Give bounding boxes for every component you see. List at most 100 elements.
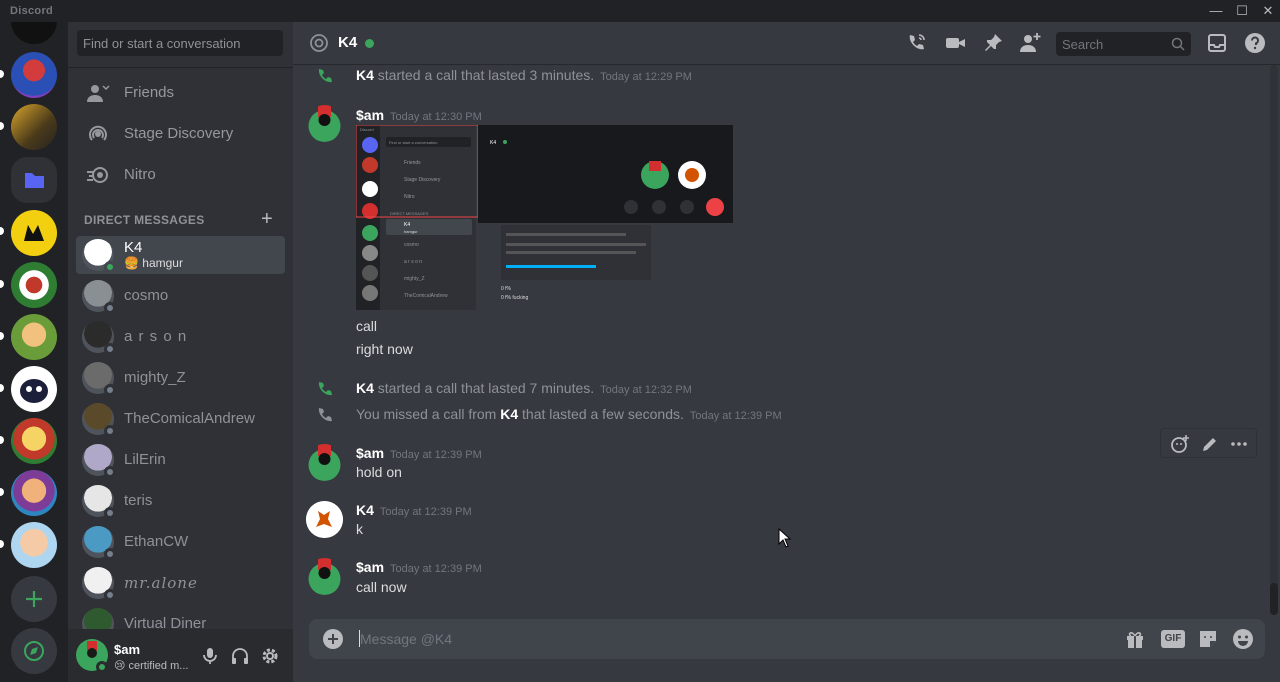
timestamp: Today at 12:39 PM [689,410,782,422]
user-panel: $am 😢 certified m... [68,629,293,682]
dm-name: K4 [124,239,143,256]
thumb-search: Find or start a conversation [389,140,437,145]
pinned-messages-icon[interactable] [982,32,1004,54]
system-message-text: started a call that lasted 3 minutes. [377,67,595,83]
avatar[interactable] [306,501,343,538]
unread-indicator [0,70,4,78]
image-attachment[interactable]: Discord Find or start a conversation Fri… [356,125,733,310]
author-name[interactable]: $am [356,107,384,123]
header-search-input[interactable]: Search [1056,32,1191,56]
timestamp: Today at 12:30 PM [390,111,482,123]
nav-friends[interactable]: Friends [76,73,285,113]
server-icon[interactable] [11,52,57,98]
dm-item[interactable]: mighty_Z [76,359,285,397]
dm-name: LilErin [124,451,166,468]
explore-servers-button[interactable] [11,628,57,674]
headphones-icon[interactable] [230,646,250,666]
thumb-chat: 0 f% fucking [501,295,528,301]
server-icon[interactable] [11,366,57,412]
server-icon[interactable] [11,210,57,256]
folder-icon [25,173,44,188]
channel-title: K4 [338,34,358,51]
dm-status: 🍔 hamgur [124,256,183,270]
gift-icon[interactable] [1124,628,1146,650]
message-author[interactable]: $am Today at 12:39 PM [356,445,482,461]
message-text: right now [356,341,413,357]
status-indicator [104,384,116,396]
dm-item[interactable]: K4 🍔 hamgur [76,236,285,274]
server-icon[interactable] [11,418,57,464]
server-icon[interactable] [11,314,57,360]
find-conversation-input[interactable]: Find or start a conversation [77,30,283,56]
settings-gear-icon[interactable] [260,646,280,666]
server-icon[interactable] [11,470,57,516]
scrollbar-track[interactable] [1270,65,1278,615]
avatar-image [306,501,343,538]
server-icon[interactable] [11,22,57,44]
friends-icon [87,85,110,102]
system-message-user[interactable]: K4 [500,406,518,422]
server-icon[interactable] [11,262,57,308]
more-options-icon[interactable] [1229,434,1249,454]
status-indicator [104,507,116,519]
author-name[interactable]: $am [356,445,384,461]
author-name[interactable]: K4 [356,502,374,518]
thumb-dm: TheComicalAndrew [404,293,448,299]
add-reaction-icon[interactable] [1170,434,1190,454]
server-icon[interactable] [11,522,57,568]
sticker-icon[interactable] [1197,628,1219,650]
compass-icon [24,641,44,661]
upload-plus-icon[interactable] [323,629,343,649]
edit-pencil-icon[interactable] [1200,434,1220,454]
call-started-icon [318,69,332,83]
close-button[interactable]: ✕ [1257,2,1279,20]
server-logo-icon [24,225,44,241]
dm-item[interactable]: teris [76,482,285,520]
message-list: K4 started a call that lasted 3 minutes.… [293,65,1280,615]
message-input[interactable]: Message @K4 [360,631,452,647]
call-started-icon [318,382,332,396]
server-icon[interactable] [11,104,57,150]
system-message-user[interactable]: K4 [356,67,374,83]
start-voice-call-icon[interactable] [905,32,927,54]
nav-nitro[interactable]: Nitro [76,155,285,195]
message-author[interactable]: $am Today at 12:30 PM [356,107,482,123]
server-folder[interactable] [11,157,57,203]
thumb-nav: Nitro [404,194,415,200]
emoji-picker-icon[interactable] [1232,628,1254,650]
add-friend-icon[interactable] [1019,32,1041,54]
dm-name: mighty_Z [124,369,186,386]
avatar[interactable] [306,558,343,595]
dm-item[interactable]: TheComicalAndrew [76,400,285,438]
dm-item[interactable]: mr.alone [76,564,285,602]
message-author[interactable]: K4 Today at 12:39 PM [356,502,472,518]
dm-item[interactable]: a r s o n [76,318,285,356]
dm-item[interactable]: EthanCW [76,523,285,561]
nitro-icon [87,167,108,183]
scrollbar-thumb[interactable] [1270,583,1278,615]
dm-item[interactable]: cosmo [76,277,285,315]
minimize-button[interactable]: — [1205,2,1227,20]
dm-item[interactable]: LilErin [76,441,285,479]
microphone-icon[interactable] [200,646,220,666]
message-author[interactable]: $am Today at 12:39 PM [356,559,482,575]
create-dm-button[interactable]: + [261,208,273,231]
help-icon[interactable] [1244,32,1266,54]
add-server-button[interactable] [11,576,57,622]
unread-indicator [0,436,4,444]
avatar[interactable] [306,105,343,142]
nav-stage-discovery[interactable]: Stage Discovery [76,114,285,154]
gif-picker-button[interactable]: GIF [1161,630,1185,648]
dm-name: EthanCW [124,533,189,550]
burger-icon: 🍔 [124,256,143,270]
author-name[interactable]: $am [356,559,384,575]
inbox-icon[interactable] [1206,32,1228,54]
start-video-call-icon[interactable] [944,32,966,54]
system-message-user[interactable]: K4 [356,380,374,396]
status-indicator [104,343,116,355]
maximize-button[interactable]: ☐ [1231,2,1253,20]
unread-indicator [0,332,4,340]
avatar[interactable] [306,444,343,481]
message-composer[interactable]: Message @K4 GIF [309,619,1265,659]
app-brand: Discord [10,5,54,17]
